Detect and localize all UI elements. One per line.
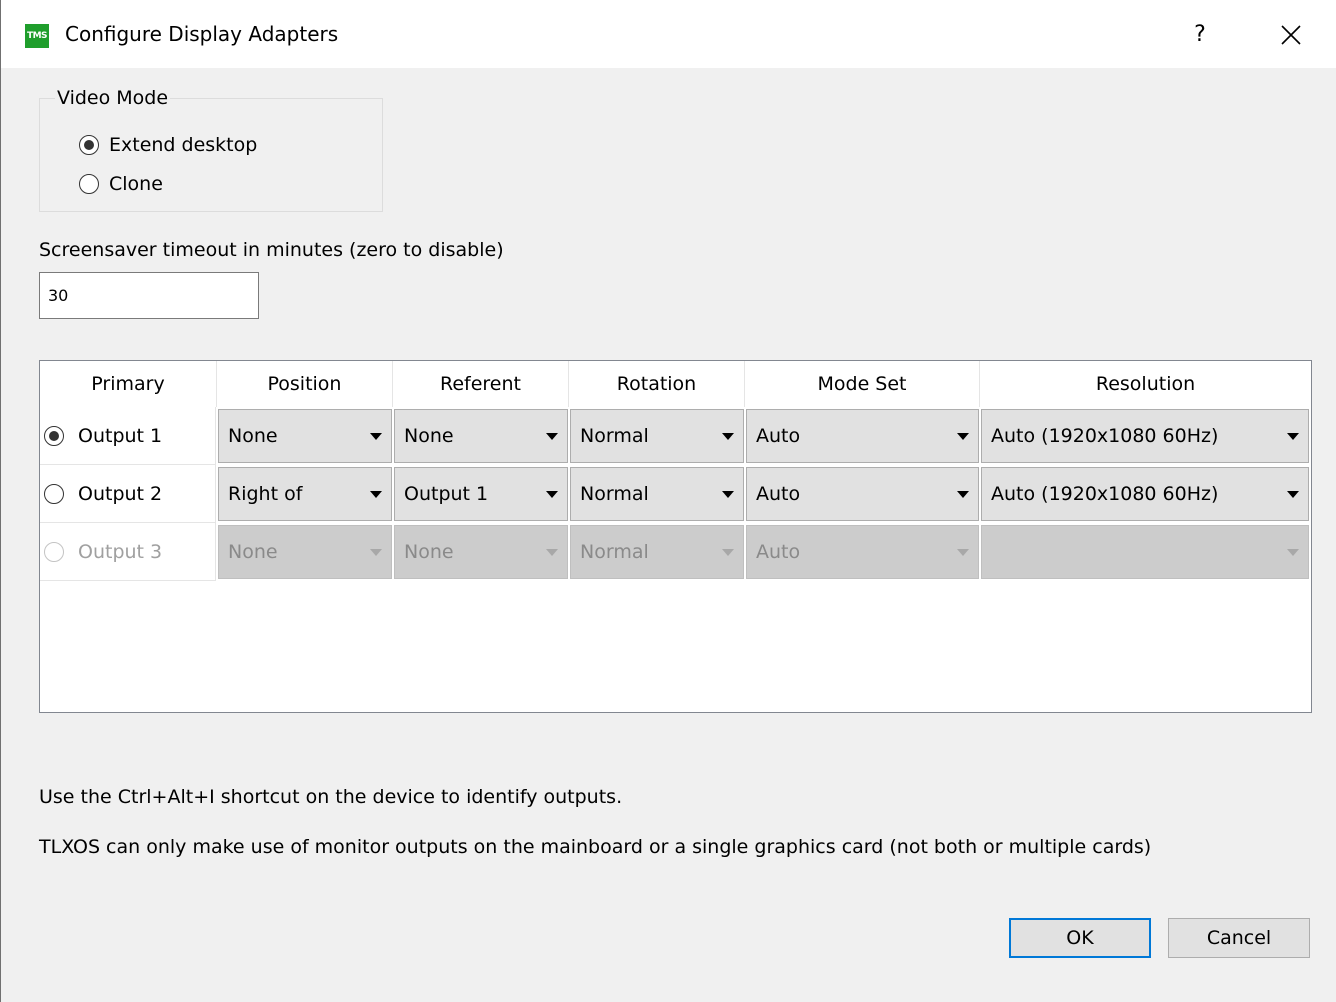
dropdown-value: Normal	[580, 425, 649, 447]
rotation-dropdown-disabled: Normal	[570, 525, 744, 579]
dropdown-arrow-icon	[1287, 549, 1299, 556]
dropdown-arrow-icon	[722, 491, 734, 498]
dropdown-value: Auto	[756, 425, 801, 447]
dropdown-value: Auto (1920x1080 60Hz)	[991, 483, 1219, 505]
dropdown-value: Normal	[580, 541, 649, 563]
dropdown-arrow-icon	[546, 433, 558, 440]
radio-icon-checked	[44, 425, 64, 446]
mode-set-dropdown[interactable]: Auto	[746, 409, 979, 463]
row-output-2-primary[interactable]: Output 2	[40, 465, 216, 523]
dropdown-value: None	[228, 425, 278, 447]
radio-extend-desktop[interactable]: Extend desktop	[79, 134, 257, 156]
ok-button[interactable]: OK	[1009, 918, 1151, 958]
radio-label: Clone	[109, 173, 163, 195]
header-position: Position	[217, 361, 393, 407]
dropdown-arrow-icon	[546, 491, 558, 498]
app-icon: TMS	[25, 24, 49, 48]
mode-set-dropdown[interactable]: Auto	[746, 467, 979, 521]
title-bar: TMS Configure Display Adapters ?	[1, 0, 1336, 68]
dropdown-arrow-icon	[370, 549, 382, 556]
output-label: Output 1	[78, 424, 163, 447]
dropdown-value: Auto	[756, 541, 801, 563]
radio-icon	[79, 174, 99, 194]
radio-icon-checked	[79, 135, 99, 155]
dropdown-value: None	[404, 541, 454, 563]
position-dropdown-disabled: None	[218, 525, 392, 579]
header-resolution: Resolution	[1095, 373, 1196, 395]
radio-icon	[44, 483, 64, 504]
dropdown-arrow-icon	[546, 549, 558, 556]
header-rotation: Rotation	[569, 361, 745, 407]
outputs-table: Primary Position Referent Rotation Mode …	[39, 360, 1312, 713]
dropdown-arrow-icon	[957, 491, 969, 498]
dropdown-arrow-icon	[957, 549, 969, 556]
position-dropdown[interactable]: None	[218, 409, 392, 463]
referent-dropdown-disabled: None	[394, 525, 568, 579]
output-label: Output 3	[78, 540, 163, 563]
dropdown-value: Right of	[228, 483, 303, 505]
resolution-dropdown-disabled	[981, 525, 1309, 579]
dropdown-value: None	[404, 425, 454, 447]
mode-set-dropdown-disabled: Auto	[746, 525, 979, 579]
dropdown-arrow-icon	[1287, 433, 1299, 440]
header-primary: Primary	[40, 361, 217, 407]
screensaver-timeout-input[interactable]	[39, 272, 259, 319]
identify-outputs-note: Use the Ctrl+Alt+I shortcut on the devic…	[39, 786, 623, 808]
dropdown-value: Auto	[756, 483, 801, 505]
video-mode-legend: Video Mode	[55, 87, 171, 109]
row-output-3-primary: Output 3	[40, 523, 216, 581]
radio-label: Extend desktop	[109, 134, 258, 156]
help-button[interactable]: ?	[1185, 18, 1215, 52]
referent-dropdown[interactable]: Output 1	[394, 467, 568, 521]
row-output-1-primary[interactable]: Output 1	[40, 407, 216, 465]
rotation-dropdown[interactable]: Normal	[570, 409, 744, 463]
resolution-dropdown[interactable]: Auto (1920x1080 60Hz)	[981, 409, 1309, 463]
rotation-dropdown[interactable]: Normal	[570, 467, 744, 521]
configure-display-adapters-dialog: TMS Configure Display Adapters ? Video M…	[0, 0, 1336, 1002]
dropdown-arrow-icon	[370, 433, 382, 440]
graphics-card-note: TLXOS can only make use of monitor outpu…	[39, 836, 1152, 858]
dropdown-arrow-icon	[370, 491, 382, 498]
dropdown-value: None	[228, 541, 278, 563]
screensaver-label: Screensaver timeout in minutes (zero to …	[39, 239, 504, 261]
referent-dropdown[interactable]: None	[394, 409, 568, 463]
window-title: Configure Display Adapters	[65, 22, 339, 46]
dropdown-arrow-icon	[1287, 491, 1299, 498]
cancel-button[interactable]: Cancel	[1168, 918, 1310, 958]
header-mode-set: Mode Set	[745, 361, 980, 407]
dropdown-value: Normal	[580, 483, 649, 505]
close-button[interactable]	[1269, 16, 1313, 54]
output-label: Output 2	[78, 482, 163, 505]
resolution-dropdown[interactable]: Auto (1920x1080 60Hz)	[981, 467, 1309, 521]
dropdown-value: Output 1	[404, 483, 489, 505]
radio-icon-disabled	[44, 541, 64, 562]
position-dropdown[interactable]: Right of	[218, 467, 392, 521]
header-referent: Referent	[393, 361, 569, 407]
dropdown-arrow-icon	[957, 433, 969, 440]
dropdown-arrow-icon	[722, 433, 734, 440]
dropdown-value: Auto (1920x1080 60Hz)	[991, 425, 1219, 447]
close-icon	[1281, 25, 1301, 45]
dropdown-arrow-icon	[722, 549, 734, 556]
radio-clone[interactable]: Clone	[79, 173, 163, 195]
